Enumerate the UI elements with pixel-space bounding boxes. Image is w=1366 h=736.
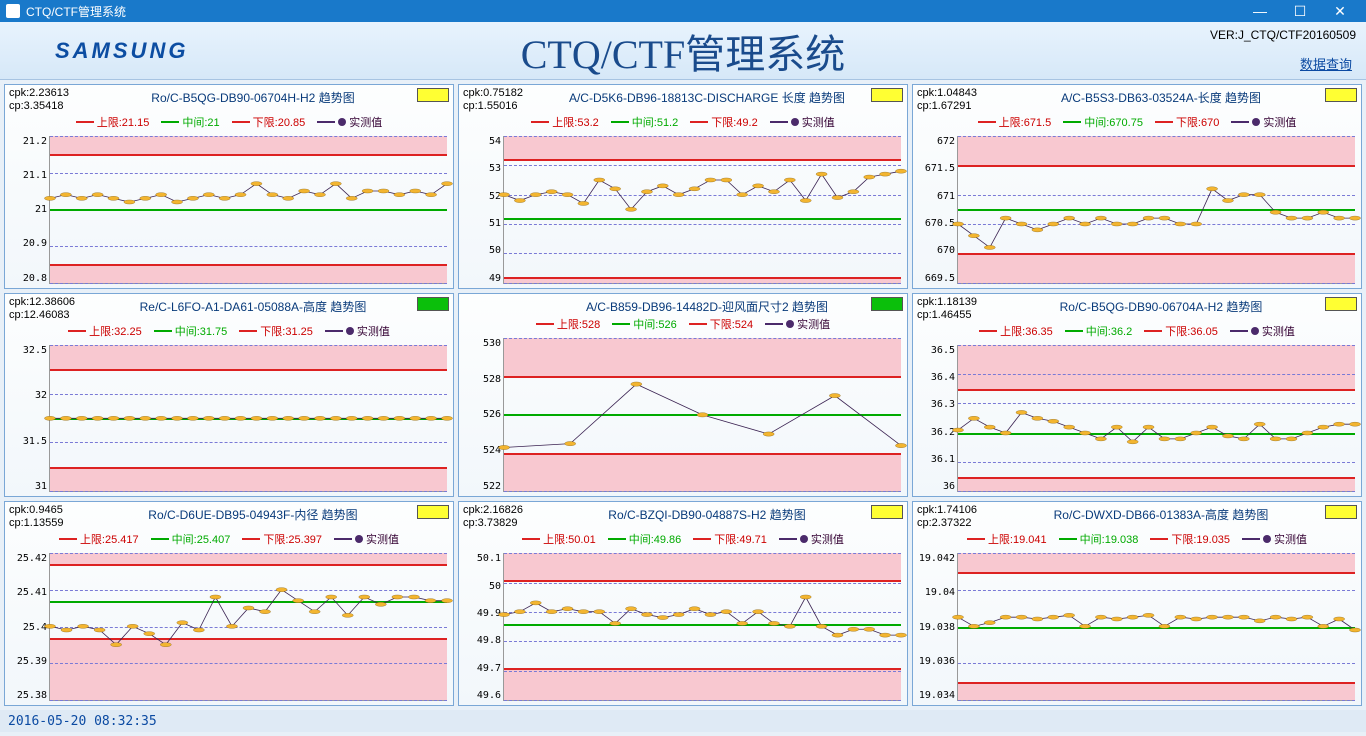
app-icon [6,4,20,18]
chart-canvas [49,553,447,701]
chart-canvas [957,553,1355,701]
y-axis: 21.221.12120.920.8 [5,132,49,288]
cpk-cp-label: cpk:0.9465cp:1.13559 [9,504,89,530]
y-axis: 25.4225.4125.425.3925.38 [5,549,49,705]
chart-title: Ro/C-D6UE-DB95-04943F-内径 趋势图 [89,504,417,523]
status-indicator [871,297,903,311]
chart-panel: cpk:1.18139cp:1.46455Ro/C-B5QG-DB90-0670… [912,293,1362,498]
chart-canvas [957,136,1355,284]
chart-legend: 上限:53.2中间:51.2下限:49.2实测值 [459,113,907,132]
chart-title: A/C-D5K6-DB96-18813C-DISCHARGE 长度 趋势图 [543,87,871,106]
chart-title: Ro/C-B5QG-DB90-06704H-H2 趋势图 [89,87,417,106]
chart-canvas [503,338,901,493]
chart-panel: cpk:1.74106cp:2.37322Ro/C-DWXD-DB66-0138… [912,501,1362,706]
status-indicator [1325,297,1357,311]
brand-logo: SAMSUNG [55,38,188,64]
chart-title: A/C-B5S3-DB63-03524A-长度 趋势图 [997,87,1325,106]
chart-plot: 672671.5671670.5670669.5 [913,132,1361,288]
chart-canvas [503,553,901,701]
chart-title: Ro/C-BZQI-DB90-04887S-H2 趋势图 [543,504,871,523]
chart-legend: 上限:25.417中间:25.407下限:25.397实测值 [5,530,453,549]
status-bar: 2016-05-20 08:32:35 [0,710,1366,732]
chart-plot: 21.221.12120.920.8 [5,132,453,288]
y-axis: 32.53231.531 [5,341,49,497]
window-titlebar: CTQ/CTF管理系统 — ☐ ✕ [0,0,1366,22]
chart-legend: 上限:50.01中间:49.86下限:49.71实测值 [459,530,907,549]
maximize-button[interactable]: ☐ [1280,3,1320,20]
chart-legend: 上限:671.5中间:670.75下限:670实测值 [913,113,1361,132]
cpk-cp-label: cpk:1.18139cp:1.46455 [917,296,997,322]
y-axis: 36.536.436.336.236.136 [913,341,957,497]
chart-title: Ro/C-B5QG-DB90-06704A-H2 趋势图 [997,296,1325,315]
chart-panel: cpk:12.38606cp:12.46083Re/C-L6FO-A1-DA61… [4,293,454,498]
chart-grid: cpk:2.23613cp:3.35418Ro/C-B5QG-DB90-0670… [0,80,1366,710]
chart-plot: 19.04219.0419.03819.03619.034 [913,549,1361,705]
timestamp: 2016-05-20 08:32:35 [8,714,157,729]
chart-legend: 上限:19.041中间:19.038下限:19.035实测值 [913,530,1361,549]
chart-panel: cpk:2.16826cp:3.73829Ro/C-BZQI-DB90-0488… [458,501,908,706]
status-indicator [417,505,449,519]
chart-panel: cpk:2.23613cp:3.35418Ro/C-B5QG-DB90-0670… [4,84,454,289]
chart-plot: 50.15049.949.849.749.6 [459,549,907,705]
chart-legend: 上限:36.35中间:36.2下限:36.05实测值 [913,322,1361,341]
cpk-cp-label: cpk:2.23613cp:3.35418 [9,87,89,113]
y-axis: 545352515049 [459,132,503,288]
cpk-cp-label [463,296,543,309]
status-indicator [871,88,903,102]
cpk-cp-label: cpk:12.38606cp:12.46083 [9,296,89,322]
cpk-cp-label: cpk:1.04843cp:1.67291 [917,87,997,113]
chart-panel: cpk:0.75182cp:1.55016A/C-D5K6-DB96-18813… [458,84,908,289]
chart-title: Ro/C-DWXD-DB66-01383A-高度 趋势图 [997,504,1325,523]
page-title: CTQ/CTF管理系统 [0,22,1366,80]
chart-plot: 530528526524522 [459,334,907,497]
status-indicator [417,88,449,102]
chart-panel: A/C-B859-DB96-14482D-迎风面尺寸2 趋势图上限:528中间:… [458,293,908,498]
cpk-cp-label: cpk:1.74106cp:2.37322 [917,504,997,530]
chart-legend: 上限:528中间:526下限:524实测值 [459,315,907,334]
chart-plot: 545352515049 [459,132,907,288]
cpk-cp-label: cpk:2.16826cp:3.73829 [463,504,543,530]
y-axis: 50.15049.949.849.749.6 [459,549,503,705]
version-label: VER:J_CTQ/CTF20160509 [1210,28,1356,42]
status-indicator [871,505,903,519]
status-indicator [1325,505,1357,519]
y-axis: 530528526524522 [459,334,503,497]
chart-canvas [503,136,901,284]
chart-plot: 32.53231.531 [5,341,453,497]
chart-plot: 36.536.436.336.236.136 [913,341,1361,497]
chart-canvas [49,136,447,284]
chart-plot: 25.4225.4125.425.3925.38 [5,549,453,705]
chart-title: A/C-B859-DB96-14482D-迎风面尺寸2 趋势图 [543,296,871,315]
chart-canvas [49,345,447,493]
chart-panel: cpk:0.9465cp:1.13559Ro/C-D6UE-DB95-04943… [4,501,454,706]
data-query-link[interactable]: 数据查询 [1300,54,1352,73]
minimize-button[interactable]: — [1240,3,1280,19]
chart-legend: 上限:32.25中间:31.75下限:31.25实测值 [5,322,453,341]
y-axis: 672671.5671670.5670669.5 [913,132,957,288]
status-indicator [417,297,449,311]
y-axis: 19.04219.0419.03819.03619.034 [913,549,957,705]
window-title: CTQ/CTF管理系统 [26,3,126,20]
close-button[interactable]: ✕ [1320,3,1360,20]
cpk-cp-label: cpk:0.75182cp:1.55016 [463,87,543,113]
status-indicator [1325,88,1357,102]
chart-title: Re/C-L6FO-A1-DA61-05088A-高度 趋势图 [89,296,417,315]
chart-legend: 上限:21.15中间:21下限:20.85实测值 [5,113,453,132]
chart-panel: cpk:1.04843cp:1.67291A/C-B5S3-DB63-03524… [912,84,1362,289]
chart-canvas [957,345,1355,493]
app-header: SAMSUNG CTQ/CTF管理系统 VER:J_CTQ/CTF2016050… [0,22,1366,80]
